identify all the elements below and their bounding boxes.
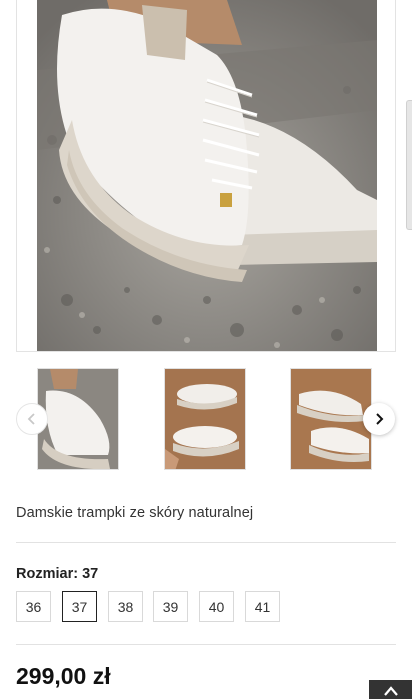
size-option-39[interactable]: 39 — [153, 591, 188, 622]
chevron-right-icon — [376, 413, 384, 425]
gallery-next-button[interactable] — [363, 403, 395, 435]
thumbnail-1[interactable] — [37, 368, 119, 470]
gallery-prev-button[interactable] — [16, 403, 48, 435]
product-price: 299,00 zł — [16, 663, 111, 689]
chevron-left-icon — [27, 413, 35, 425]
main-product-photo[interactable] — [37, 0, 377, 351]
main-product-image-frame — [16, 0, 396, 352]
size-option-38[interactable]: 38 — [108, 591, 143, 622]
size-option-36[interactable]: 36 — [16, 591, 51, 622]
sneaker-photo — [37, 0, 377, 351]
size-label: Rozmiar: 37 — [16, 566, 99, 582]
thumbnail-2-photo — [165, 369, 245, 469]
thumbnail-2[interactable] — [164, 368, 246, 470]
thumbnail-3[interactable] — [290, 368, 372, 470]
scroll-to-top-button[interactable] — [369, 680, 412, 699]
thumbnail-3-photo — [291, 369, 371, 469]
divider — [16, 644, 396, 645]
size-option-41[interactable]: 41 — [245, 591, 280, 622]
size-option-40[interactable]: 40 — [199, 591, 234, 622]
thumbnail-gallery — [0, 368, 412, 472]
size-option-37[interactable]: 37 — [62, 591, 97, 622]
scroll-handle[interactable] — [406, 100, 412, 230]
chevron-up-icon — [383, 686, 398, 696]
thumbnail-1-photo — [38, 369, 118, 469]
product-title: Damskie trampki ze skóry naturalnej — [16, 505, 254, 521]
divider — [16, 542, 396, 543]
